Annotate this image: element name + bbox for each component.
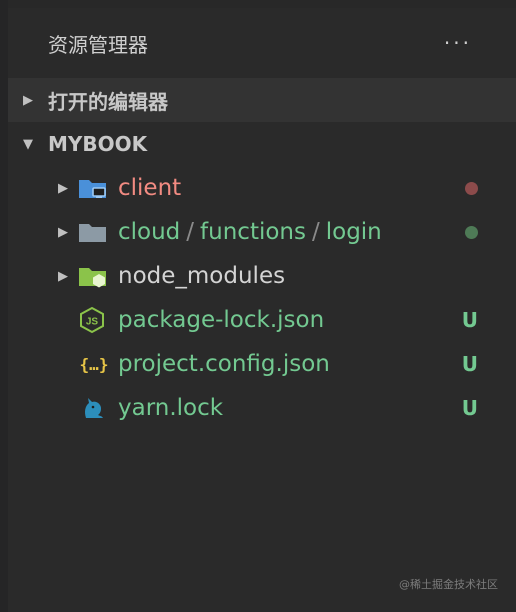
untracked-status-badge: U [461, 308, 478, 332]
chevron-right-icon: ▶ [58, 268, 68, 284]
path-segment-cloud[interactable]: cloud [118, 219, 180, 245]
status-dot [465, 225, 478, 239]
explorer-title: 资源管理器 [48, 32, 148, 57]
tree-item-package-lock[interactable]: ▶ JS package-lock.json U [8, 298, 516, 342]
nodejs-icon: JS [78, 305, 114, 335]
modified-status-dot [465, 166, 478, 210]
open-editors-section[interactable]: ▶ 打开的编辑器 [8, 78, 516, 122]
status-dot [465, 181, 478, 195]
folder-gray-icon [78, 217, 114, 247]
tree-item-label: client [118, 175, 182, 201]
svg-text:JS: JS [86, 317, 99, 328]
window-top-strip [0, 0, 516, 8]
tree-item-label: package-lock.json [118, 307, 325, 333]
tree-item-label: yarn.lock [118, 395, 224, 421]
project-section[interactable]: ▼ MYBOOK [8, 122, 516, 166]
explorer-panel: 资源管理器 ··· ▶ 打开的编辑器 ▼ MYBOOK ▶ client ▶ c… [8, 8, 516, 612]
path-segment-login[interactable]: login [326, 219, 382, 245]
chevron-right-icon: ▶ [58, 224, 68, 240]
folder-node-icon [78, 261, 114, 291]
folder-blue-icon [78, 173, 114, 203]
activity-bar-edge [0, 0, 8, 612]
chevron-right-icon: ▶ [58, 180, 68, 196]
open-editors-label: 打开的编辑器 [48, 89, 168, 114]
tree-item-cloud-functions-login[interactable]: ▶ cloud / functions / login [8, 210, 516, 254]
path-separator: / [311, 219, 320, 245]
untracked-status-badge: U [461, 396, 478, 420]
svg-text:{…}: {…} [80, 355, 109, 374]
tree-item-client[interactable]: ▶ client [8, 166, 516, 210]
path-segment-functions[interactable]: functions [200, 219, 306, 245]
tree-item-project-config[interactable]: ▶ {…} project.config.json U [8, 342, 516, 386]
chevron-right-icon: ▶ [23, 92, 33, 108]
path-separator: / [186, 219, 195, 245]
chevron-down-icon: ▼ [23, 136, 33, 152]
tree-item-label: cloud / functions / login [118, 219, 382, 245]
watermark: @稀土掘金技术社区 [399, 578, 498, 591]
json-icon: {…} [78, 349, 114, 379]
tree-item-yarn-lock[interactable]: ▶ yarn.lock U [8, 386, 516, 430]
tree-item-label: node_modules [118, 263, 286, 289]
project-label: MYBOOK [48, 132, 148, 156]
yarn-icon [78, 393, 114, 423]
tree-item-label: project.config.json [118, 351, 330, 377]
tree-item-node-modules[interactable]: ▶ node_modules [8, 254, 516, 298]
untracked-status-badge: U [461, 352, 478, 376]
more-actions-icon[interactable]: ··· [444, 31, 472, 55]
untracked-status-dot [465, 210, 478, 254]
explorer-header: 资源管理器 ··· [8, 8, 516, 78]
